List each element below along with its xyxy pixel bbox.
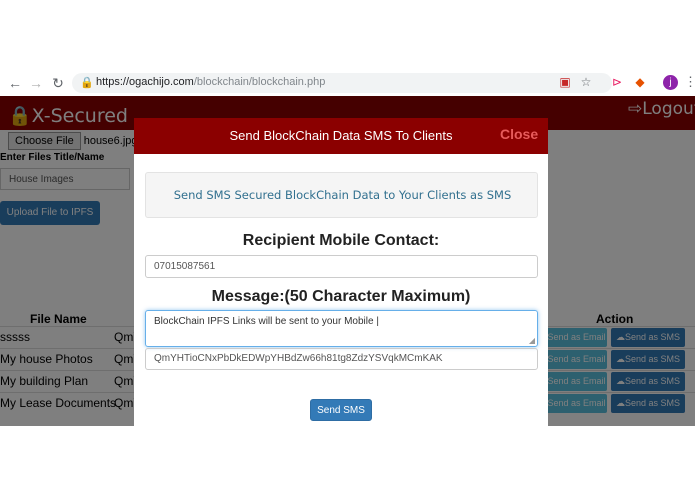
sms-modal: Send BlockChain Data SMS To Clients Clos… [134, 118, 548, 426]
url-path: /blockchain/blockchain.php [193, 76, 326, 88]
modal-header: Send BlockChain Data SMS To Clients Clos… [134, 118, 548, 154]
message-text: BlockChain IPFS Links will be sent to yo… [154, 316, 374, 327]
extension-icon[interactable]: ◆ [632, 74, 648, 90]
profile-avatar[interactable]: j [663, 75, 678, 90]
resize-handle-icon[interactable]: ◢ [529, 336, 535, 345]
page-content: 🔒X-Secured ⇨Logout Choose Filehouse6.jpg… [0, 96, 695, 426]
text-cursor: | [373, 316, 379, 327]
browser-toolbar: ← → ↻ 🔒 https://ogachijo.com/blockchain/… [0, 70, 695, 96]
recipient-phone-input[interactable]: 07015087561 [145, 255, 538, 278]
send-sms-submit-button[interactable]: Send SMS [310, 399, 372, 421]
modal-title: Send BlockChain Data SMS To Clients [229, 128, 453, 143]
info-panel: Send SMS Secured BlockChain Data to Your… [145, 172, 538, 218]
extension-icon[interactable]: ⊳ [609, 74, 625, 90]
message-label: Message:(50 Character Maximum) [211, 288, 471, 305]
extension-icon[interactable]: ▣ [557, 74, 573, 90]
message-textarea[interactable]: BlockChain IPFS Links will be sent to yo… [145, 310, 538, 347]
close-button[interactable]: Close [500, 126, 538, 142]
recipient-label: Recipient Mobile Contact: [242, 232, 440, 249]
url-host: https://ogachijo.com [96, 76, 194, 88]
url-text: https://ogachijo.com/blockchain/blockcha… [96, 76, 325, 88]
ipfs-hash-input[interactable]: QmYHTioCNxPbDkEDWpYHBdZw66h81tg8ZdzYSVqk… [145, 348, 538, 370]
menu-icon[interactable]: ⋮ [684, 74, 695, 90]
reload-icon[interactable]: ↻ [49, 74, 67, 92]
star-icon[interactable]: ☆ [578, 74, 594, 90]
lock-icon[interactable]: 🔒 [80, 76, 94, 89]
back-icon[interactable]: ← [6, 74, 24, 92]
forward-icon[interactable]: → [27, 74, 45, 92]
address-bar[interactable]: 🔒 https://ogachijo.com/blockchain/blockc… [72, 73, 612, 93]
info-text: Send SMS Secured BlockChain Data to Your… [173, 188, 512, 202]
